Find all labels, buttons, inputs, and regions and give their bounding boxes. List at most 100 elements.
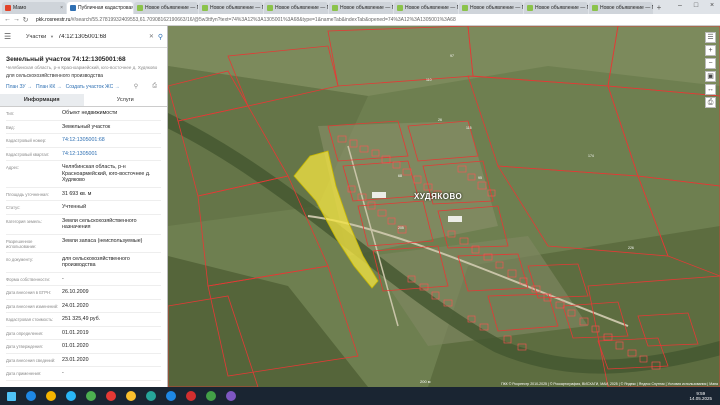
tab-favicon-icon	[462, 5, 468, 11]
layers-icon[interactable]: ☰	[705, 32, 716, 43]
satellite-map[interactable]	[168, 26, 720, 387]
browser-tab[interactable]: Новое объявление — Про×	[524, 2, 588, 14]
create-parcel-link[interactable]: Создать участок ЖС →	[66, 84, 120, 90]
search-type-select[interactable]: Участки	[14, 34, 50, 40]
attribute-value: 01.01.2020	[62, 343, 89, 349]
attribute-value: для сельскохозяйственного производства	[62, 255, 130, 269]
taskbar-app-icon[interactable]	[62, 388, 80, 404]
browser-tab[interactable]: Новое объявление — Про×	[394, 2, 458, 14]
app-glyph	[106, 391, 116, 401]
attribute-value[interactable]: 74:12:1305001	[62, 151, 161, 158]
tab-favicon-icon	[267, 5, 273, 11]
maximize-icon[interactable]: □	[688, 0, 704, 14]
parcel-number: 115	[466, 126, 472, 130]
forward-icon[interactable]: →	[12, 16, 21, 23]
taskbar-app-icon[interactable]	[142, 388, 160, 404]
tab-favicon-icon	[202, 5, 208, 11]
tab-favicon-icon	[332, 5, 338, 11]
taskbar-app-icon[interactable]	[162, 388, 180, 404]
browser-tab[interactable]: Мамо ×	[2, 2, 66, 14]
reload-icon[interactable]: ↻	[21, 16, 30, 24]
tab-favicon-icon	[70, 5, 76, 11]
app-glyph	[186, 391, 196, 401]
search-icon[interactable]: ⚲	[158, 33, 163, 41]
chevron-down-icon[interactable]: ▼	[50, 34, 54, 39]
object-address: Челябинская область, р-н Красноармейский…	[6, 65, 158, 70]
tab-favicon-icon	[527, 5, 533, 11]
taskbar-app-icon[interactable]	[82, 388, 100, 404]
tab-services[interactable]: Услуги	[84, 94, 168, 106]
attribute-label: Разрешенное использование:	[6, 238, 37, 249]
browser-tab[interactable]: Новое объявление — Про×	[329, 2, 393, 14]
attribute-value: 31 693 кв. м	[62, 190, 92, 197]
plan-zu-link[interactable]: План ЗУ →	[6, 84, 32, 90]
parcel-number: 226	[628, 246, 634, 250]
attribute-row: Кадастровый квартал: 74:12:1305001	[6, 148, 161, 161]
back-icon[interactable]: ←	[3, 16, 12, 23]
attribute-value: Учтенный	[62, 204, 87, 210]
taskbar-app-icon[interactable]	[102, 388, 120, 404]
app-glyph	[46, 391, 56, 401]
map-controls: ☰ + − ▣ ↔ ⎙	[705, 32, 716, 108]
close-window-icon[interactable]: ×	[704, 0, 720, 14]
attribute-label: Кадастровая стоимость:	[6, 317, 54, 322]
menu-icon[interactable]: ☰	[4, 32, 14, 41]
browser-tab[interactable]: Новое объявление — Про×	[459, 2, 523, 14]
browser-tab[interactable]: Новое объявление — Про×	[264, 2, 328, 14]
attribute-label: Площадь уточненная:	[6, 191, 49, 197]
clear-icon[interactable]: ✕	[149, 33, 154, 40]
plan-kk-link[interactable]: План КК →	[36, 84, 62, 90]
attribute-list: Тип: Объект недвижимости Вид: Земельный уча…	[0, 107, 167, 381]
url-field[interactable]: pkk.rosreestr.ru/#/search/55.27819932409…	[36, 17, 716, 23]
attribute-row: Форма собственности: -	[6, 273, 161, 286]
attribute-value: 24.01.2020	[62, 302, 89, 309]
measure-icon[interactable]: ↔	[705, 84, 716, 95]
taskbar-app-icon[interactable]	[22, 388, 40, 404]
tab-label: Публичная кадастровая ка	[78, 5, 133, 11]
minimize-icon[interactable]: –	[672, 0, 688, 14]
parcel-number: 110	[426, 78, 432, 82]
attribute-row: Адрес: Челябинская область, р-н Красноарм…	[6, 161, 161, 188]
close-tab-icon[interactable]: ×	[60, 5, 63, 11]
attribute-label: Дата внесения изменений:	[6, 303, 59, 309]
search-input[interactable]	[57, 33, 128, 40]
app-glyph	[146, 391, 156, 401]
fullscreen-icon[interactable]: ▣	[705, 71, 716, 82]
taskbar-app-icon[interactable]	[202, 388, 220, 404]
new-tab-button[interactable]: +	[654, 2, 664, 14]
tab-label: Новое объявление — Про	[145, 5, 198, 11]
attribute-row: по документу: для сельскохозяйственного п…	[6, 253, 161, 273]
attribute-label: Дата внесения в ЕГРН:	[6, 290, 52, 295]
browser-tab[interactable]: Публичная кадастровая ка×	[67, 2, 133, 14]
taskbar-app-icon[interactable]	[42, 388, 60, 404]
attribute-value: Земли сельскохозяйственного назначения	[62, 217, 137, 231]
print-map-icon[interactable]: ⎙	[705, 97, 716, 108]
print-icon[interactable]: ⎙	[152, 83, 157, 90]
zoom-in-button[interactable]: +	[705, 45, 716, 56]
attribute-label: Кадастровый номер:	[6, 138, 47, 143]
taskbar: 9:59 14.05.2025	[0, 387, 720, 405]
parcel-number: 205	[398, 226, 404, 230]
taskbar-app-icon[interactable]	[122, 388, 140, 404]
attribute-label: Вид:	[6, 124, 15, 130]
map-view[interactable]: ХУДЯКОВО 110 97 26 68 95 115 174 205 226 ☰ + − ▣…	[168, 26, 720, 387]
tab-info[interactable]: Информация	[0, 94, 84, 106]
tab-favicon-icon	[137, 5, 143, 11]
window-controls: – □ ×	[672, 0, 720, 14]
attribute-label: Дата применения:	[6, 371, 42, 376]
attribute-row: Вид: Земельный участок	[6, 121, 161, 134]
start-button[interactable]	[2, 388, 20, 404]
clock-date: 14.05.2025	[689, 396, 712, 401]
zoom-out-button[interactable]: −	[705, 58, 716, 69]
attribute-label: Форма собственности:	[6, 276, 51, 282]
search-row: ☰ Участки ▼ ✕ ⚲	[0, 26, 167, 48]
search-zoom-icon[interactable]: ⚲	[134, 83, 138, 90]
taskbar-app-icon[interactable]	[182, 388, 200, 404]
object-purpose: для сельскохозяйственного производства	[6, 73, 104, 79]
taskbar-app-icon[interactable]	[222, 388, 240, 404]
browser-tab[interactable]: Новое объявление — Про×	[589, 2, 653, 14]
browser-tab[interactable]: Новое объявление — Про×	[134, 2, 198, 14]
browser-tab[interactable]: Новое объявление — Про×	[199, 2, 263, 14]
attribute-value: Земельный участок	[62, 123, 111, 130]
attribute-value[interactable]: 74:12:1305001:68	[62, 137, 161, 144]
